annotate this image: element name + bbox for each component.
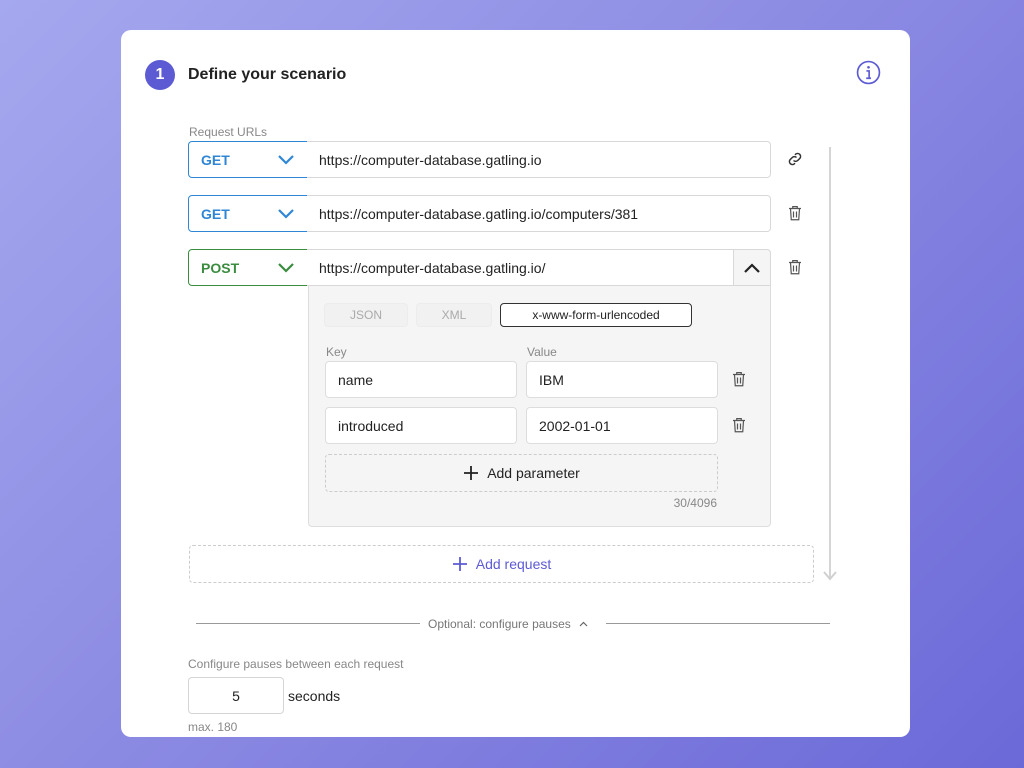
arrow-down-icon [823,571,837,581]
link-icon[interactable] [786,150,804,168]
key-label: Key [326,345,347,359]
add-request-label: Add request [475,556,552,572]
request-urls-label: Request URLs [189,125,268,139]
add-parameter-button[interactable]: Add parameter [325,454,718,492]
add-request-button[interactable]: Add request [189,545,814,583]
method-select[interactable]: POST [188,249,308,286]
divider [606,623,830,624]
configure-pauses-toggle[interactable]: Optional: configure pauses [428,617,588,631]
method-select[interactable]: GET [188,195,308,232]
trash-icon[interactable] [786,258,804,276]
value-label: Value [527,345,557,359]
url-input[interactable]: https://computer-database.gatling.io/com… [307,195,771,232]
url-input[interactable]: https://computer-database.gatling.io [307,141,771,178]
url-input[interactable]: https://computer-database.gatling.io/ [307,249,734,286]
chevron-up-icon [579,621,588,627]
trash-icon[interactable] [730,416,748,434]
pause-seconds-input[interactable]: 5 [188,677,284,714]
divider [196,623,420,624]
chevron-down-icon [278,154,294,165]
add-parameter-label: Add parameter [487,465,580,481]
param-key-input[interactable]: introduced [325,407,517,444]
pause-max-hint: max. 180 [188,720,238,734]
chevron-down-icon [278,208,294,219]
trash-icon[interactable] [730,370,748,388]
tab-json[interactable]: JSON [324,303,408,327]
step-number-badge: 1 [145,60,175,90]
char-count: 30/4096 [673,496,717,510]
configure-pauses-label: Optional: configure pauses [428,617,571,631]
info-icon[interactable] [856,60,881,85]
method-value: GET [201,151,230,168]
param-value-input[interactable]: IBM [526,361,718,398]
flow-line [829,147,831,579]
chevron-down-icon [278,262,294,273]
param-value-input[interactable]: 2002-01-01 [526,407,718,444]
pauses-label: Configure pauses between each request [188,657,404,671]
plus-icon [464,466,479,480]
method-value: POST [201,259,240,276]
chevron-up-icon [744,262,760,273]
tab-form-urlencoded[interactable]: x-www-form-urlencoded [500,303,692,327]
method-value: GET [201,205,230,222]
plus-icon [452,557,467,571]
collapse-body-button[interactable] [733,249,771,286]
tab-xml[interactable]: XML [416,303,492,327]
trash-icon[interactable] [786,204,804,222]
seconds-unit: seconds [288,688,341,704]
param-key-input[interactable]: name [325,361,517,398]
page-title: Define your scenario [188,66,347,83]
method-select[interactable]: GET [188,141,308,178]
